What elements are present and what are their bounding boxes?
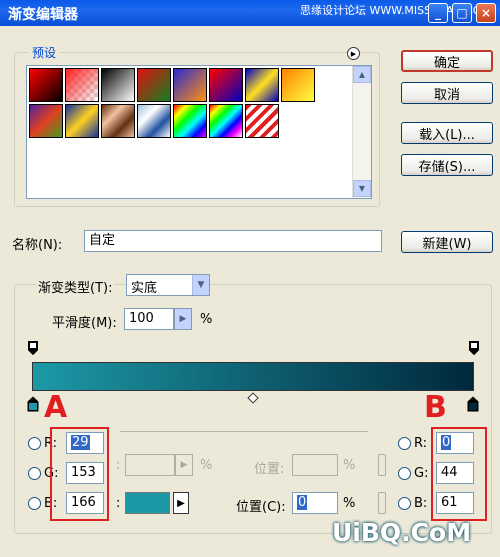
name-input[interactable]: 自定: [84, 230, 382, 252]
b-label-right: B:: [414, 496, 428, 511]
preset-swatch[interactable]: [209, 104, 243, 138]
r-label-right: R:: [414, 436, 428, 451]
title-bar: 渐变编辑器 思缘设计论坛 WWW.MISSYUAN.COM _ □ ×: [0, 0, 500, 26]
opacity-percent: %: [200, 458, 213, 473]
opacity-location-input: [292, 454, 338, 476]
location-input[interactable]: 0: [292, 492, 338, 514]
location-percent: %: [343, 496, 356, 511]
annotation-box-b: [431, 427, 487, 521]
ok-button[interactable]: 确定: [401, 50, 493, 72]
preset-swatch[interactable]: [209, 68, 243, 102]
preset-swatch[interactable]: [245, 104, 279, 138]
preset-swatch[interactable]: [173, 68, 207, 102]
name-label: 名称(N):: [12, 238, 63, 253]
location-label: 位置(C):: [236, 500, 286, 515]
cancel-button[interactable]: 取消: [401, 82, 493, 104]
annotation-box-a: [50, 427, 109, 521]
b-radio-left[interactable]: [28, 497, 41, 510]
preset-swatch[interactable]: [65, 104, 99, 138]
preset-swatch[interactable]: [65, 68, 99, 102]
load-button[interactable]: 载入(L)...: [401, 122, 493, 144]
preset-swatch[interactable]: [281, 68, 315, 102]
preset-swatch[interactable]: [137, 104, 171, 138]
save-button[interactable]: 存储(S)...: [401, 154, 493, 176]
opacity-stepper: ▶: [175, 454, 193, 476]
smoothness-percent: %: [200, 312, 213, 327]
g-radio-right[interactable]: [398, 467, 411, 480]
smoothness-label: 平滑度(M):: [52, 316, 117, 331]
g-radio-left[interactable]: [28, 467, 41, 480]
preset-swatch[interactable]: [245, 68, 279, 102]
r-radio-left[interactable]: [28, 437, 41, 450]
opacity-location-percent: %: [343, 458, 356, 473]
color-stop-left[interactable]: [27, 396, 39, 412]
preset-swatch[interactable]: [101, 104, 135, 138]
location-value: 0: [297, 495, 308, 510]
window-title: 渐变编辑器: [8, 7, 78, 23]
play-arrow-icon[interactable]: ▶: [347, 47, 360, 60]
new-button[interactable]: 新建(W): [401, 231, 493, 253]
delete-stop-button[interactable]: [378, 492, 386, 514]
preset-swatch[interactable]: [101, 68, 135, 102]
annotation-b: B: [424, 390, 447, 425]
opacity-location-label: 位置:: [254, 462, 285, 477]
gradient-type-label: 渐变类型(T):: [36, 277, 115, 296]
stop-color-swatch[interactable]: [125, 492, 170, 514]
chevron-down-icon[interactable]: ▼: [192, 275, 209, 295]
delete-opacity-button: [378, 454, 386, 476]
color-colon: :: [116, 496, 121, 511]
preset-swatch[interactable]: [173, 104, 207, 138]
scroll-down-icon[interactable]: ▼: [353, 180, 371, 197]
scroll-up-icon[interactable]: ▲: [353, 66, 371, 83]
minimize-button[interactable]: _: [428, 3, 448, 23]
r-radio-right[interactable]: [398, 437, 411, 450]
gradient-preview-bar[interactable]: [32, 362, 474, 391]
smoothness-input[interactable]: 100: [124, 308, 174, 330]
gradient-type-select[interactable]: 实底 ▼: [126, 274, 210, 296]
color-stop-right[interactable]: [467, 396, 479, 412]
g-label-right: G:: [414, 466, 429, 481]
close-button[interactable]: ×: [476, 3, 496, 23]
divider: [120, 431, 368, 432]
annotation-a: A: [44, 390, 68, 425]
preset-swatch[interactable]: [137, 68, 171, 102]
opacity-colon: :: [116, 458, 121, 473]
opacity-stop-right[interactable]: [469, 341, 479, 355]
preset-swatch[interactable]: [29, 104, 63, 138]
opacity-input: [125, 454, 175, 476]
maximize-button[interactable]: □: [452, 3, 472, 23]
play-arrow-icon[interactable]: ▶: [173, 492, 189, 514]
b-radio-right[interactable]: [398, 497, 411, 510]
preset-swatch[interactable]: [29, 68, 63, 102]
presets-label: 预设: [28, 44, 61, 61]
watermark-bottom: UiBQ.CoM: [332, 518, 472, 547]
opacity-stop-left[interactable]: [28, 341, 38, 355]
preset-list[interactable]: [26, 65, 372, 199]
gradient-type-value: 实底: [131, 281, 158, 296]
preset-scrollbar[interactable]: ▲ ▼: [352, 66, 371, 198]
smoothness-stepper[interactable]: ▶: [174, 308, 192, 330]
